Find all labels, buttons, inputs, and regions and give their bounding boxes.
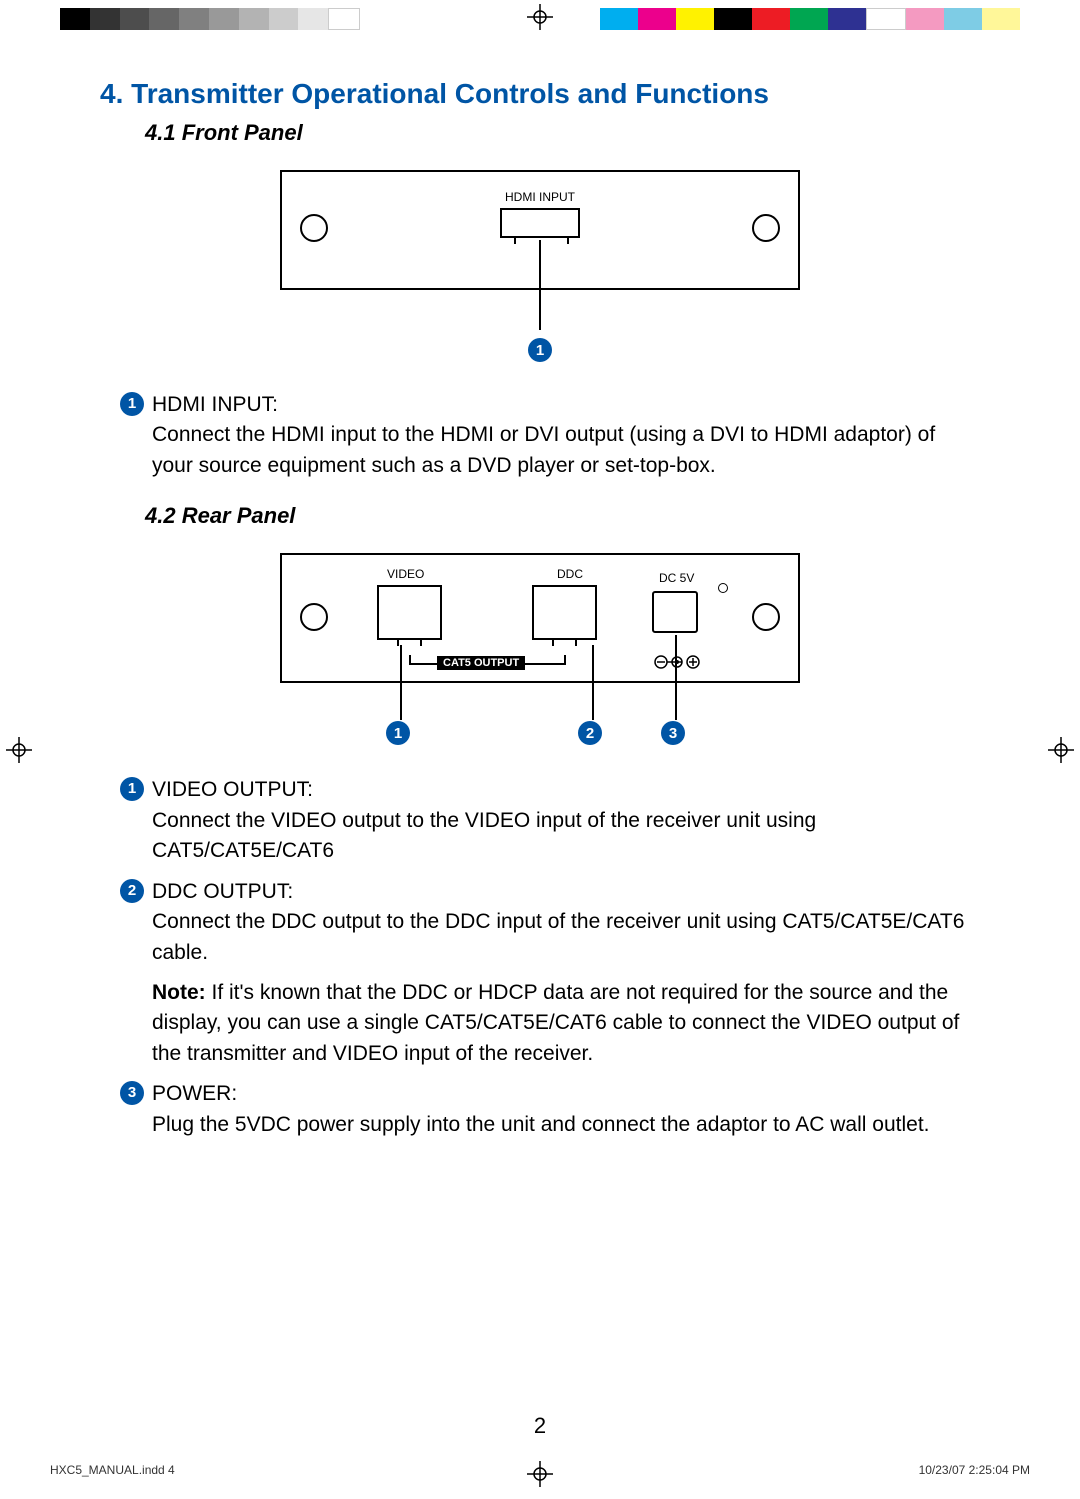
item-number-icon: 3: [120, 1081, 144, 1105]
subsection-front: 4.1 Front Panel: [145, 120, 980, 146]
front-items: 1 HDMI INPUT: Connect the HDMI input to …: [120, 390, 980, 481]
color-calibration-bar-right: [600, 8, 1020, 30]
footer: HXC5_MANUAL.indd 4 10/23/07 2:25:04 PM: [50, 1463, 1030, 1477]
callout-2-icon: 2: [578, 721, 602, 745]
item-number-icon: 2: [120, 879, 144, 903]
list-item: 3 POWER: Plug the 5VDC power supply into…: [120, 1079, 980, 1140]
rear-panel-diagram: VIDEO DDC DC 5V CAT5 OUTPUT: [100, 553, 980, 747]
item-body: Plug the 5VDC power supply into the unit…: [152, 1113, 929, 1136]
note-body: If it's known that the DDC or HDCP data …: [152, 981, 959, 1065]
ddc-label: DDC: [557, 567, 583, 581]
color-calibration-bar-left: [60, 8, 360, 30]
dc-polarity-icon: [652, 653, 702, 674]
registration-mark-icon: [527, 4, 553, 30]
item-body: Connect the DDC output to the DDC input …: [152, 910, 964, 963]
callout-1-icon: 1: [528, 338, 552, 362]
list-item-note: Note: If it's known that the DDC or HDCP…: [152, 978, 980, 1069]
item-number-icon: 1: [120, 777, 144, 801]
item-title: DDC OUTPUT:: [152, 880, 293, 903]
page-number: 2: [0, 1413, 1080, 1439]
callout-3-icon: 3: [661, 721, 685, 745]
cat5-output-label: CAT5 OUTPUT: [437, 656, 525, 670]
list-item: 1 VIDEO OUTPUT: Connect the VIDEO output…: [120, 775, 980, 866]
item-title: POWER:: [152, 1082, 237, 1105]
footer-filename: HXC5_MANUAL.indd 4: [50, 1463, 175, 1477]
section-title: 4. Transmitter Operational Controls and …: [100, 78, 980, 110]
item-number-icon: 1: [120, 392, 144, 416]
rear-items: 1 VIDEO OUTPUT: Connect the VIDEO output…: [120, 775, 980, 1140]
callout-1-icon: 1: [386, 721, 410, 745]
subsection-rear: 4.2 Rear Panel: [145, 503, 980, 529]
dc5v-label: DC 5V: [659, 571, 694, 585]
video-label: VIDEO: [387, 567, 424, 581]
item-body: Connect the HDMI input to the HDMI or DV…: [152, 423, 935, 476]
list-item: 2 DDC OUTPUT: Connect the DDC output to …: [120, 877, 980, 968]
list-item: 1 HDMI INPUT: Connect the HDMI input to …: [120, 390, 980, 481]
front-panel-diagram: HDMI INPUT 1: [100, 170, 980, 362]
footer-timestamp: 10/23/07 2:25:04 PM: [919, 1463, 1030, 1477]
registration-mark-icon: [6, 737, 32, 763]
item-body: Connect the VIDEO output to the VIDEO in…: [152, 809, 816, 862]
item-title: HDMI INPUT:: [152, 393, 278, 416]
note-label: Note:: [152, 981, 206, 1004]
registration-mark-icon: [1048, 737, 1074, 763]
item-title: VIDEO OUTPUT:: [152, 778, 313, 801]
hdmi-input-label: HDMI INPUT: [505, 190, 575, 204]
